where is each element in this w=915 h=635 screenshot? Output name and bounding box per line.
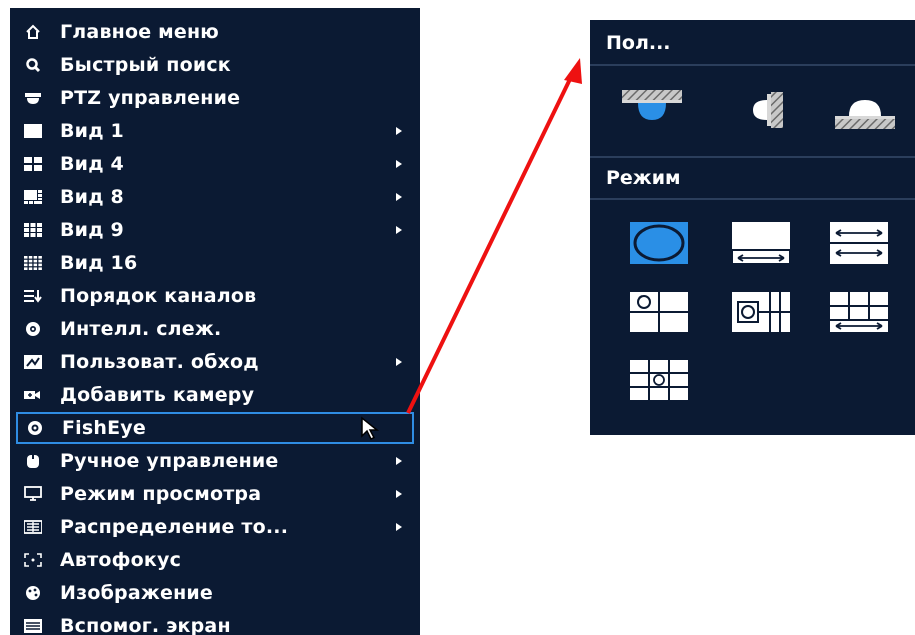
mode-1o4r-icon[interactable] <box>732 292 790 332</box>
mode-header: Режим <box>590 156 915 200</box>
mode-1p6r-icon[interactable] <box>830 292 888 332</box>
mode-1o3r-icon[interactable] <box>630 292 688 332</box>
mode-1o8r-icon[interactable] <box>630 360 688 400</box>
wall-mount-icon[interactable] <box>745 88 789 132</box>
mode-2p-icon[interactable] <box>830 222 888 264</box>
mode-1o-icon[interactable] <box>630 222 688 264</box>
mount-type-header: Пол... <box>590 22 915 66</box>
mode-1p-icon[interactable] <box>732 222 790 264</box>
fisheye-panel: Пол... Режим <box>590 20 915 435</box>
ceiling-mount-icon[interactable] <box>622 88 682 132</box>
floor-mount-icon[interactable] <box>835 92 895 136</box>
